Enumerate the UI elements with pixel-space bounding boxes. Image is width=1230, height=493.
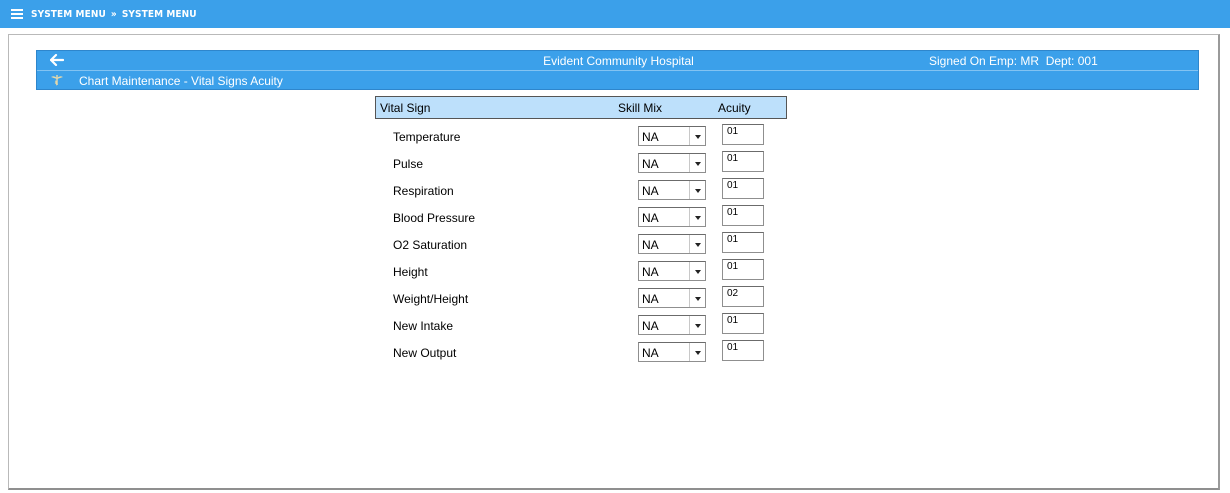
chevron-down-icon (695, 324, 701, 328)
hamburger-menu-icon[interactable] (11, 9, 23, 19)
skill-mix-select[interactable]: NA (638, 288, 706, 308)
skill-mix-select[interactable]: NA (638, 153, 706, 173)
skill-mix-value: NA (642, 292, 659, 306)
breadcrumb: SYSTEM MENU » SYSTEM MENU (31, 9, 197, 20)
page-header: Evident Community Hospital Signed On Emp… (36, 50, 1199, 90)
signed-on-info: Signed On Emp: MR Dept: 001 (929, 54, 1098, 68)
skill-mix-select[interactable]: NA (638, 342, 706, 362)
column-header-acuity: Acuity (718, 101, 751, 115)
acuity-input[interactable]: 01 (722, 178, 764, 199)
acuity-input[interactable]: 01 (722, 232, 764, 253)
acuity-input[interactable]: 01 (722, 313, 764, 334)
vital-sign-label: New Output (393, 346, 457, 360)
table-row: Weight/Height NA 02 (375, 285, 787, 312)
caduceus-icon (51, 75, 63, 86)
vital-sign-label: Pulse (393, 157, 424, 171)
dropdown-toggle[interactable] (689, 235, 705, 253)
dropdown-toggle[interactable] (689, 262, 705, 280)
acuity-input[interactable]: 01 (722, 340, 764, 361)
vital-sign-label: O2 Saturation (393, 238, 468, 252)
table-row: Height NA 01 (375, 258, 787, 285)
skill-mix-select[interactable]: NA (638, 180, 706, 200)
table-row: Temperature NA 01 (375, 123, 787, 150)
vital-sign-label: Blood Pressure (393, 211, 476, 225)
breadcrumb-separator: » (110, 8, 117, 20)
skill-mix-select[interactable]: NA (638, 207, 706, 227)
dropdown-toggle[interactable] (689, 208, 705, 226)
acuity-input[interactable]: 01 (722, 205, 764, 226)
breadcrumb-item-system-menu[interactable]: SYSTEM MENU (31, 9, 106, 20)
header-row-title: Chart Maintenance - Vital Signs Acuity (37, 70, 1198, 91)
skill-mix-select[interactable]: NA (638, 315, 706, 335)
acuity-input[interactable]: 01 (722, 259, 764, 280)
chevron-down-icon (695, 270, 701, 274)
breadcrumb-item-current[interactable]: SYSTEM MENU (122, 9, 197, 20)
header-row-hospital: Evident Community Hospital Signed On Emp… (37, 51, 1198, 70)
top-nav-bar: SYSTEM MENU » SYSTEM MENU (0, 0, 1230, 28)
table-row: New Output NA 01 (375, 339, 787, 366)
vital-sign-label: Temperature (393, 130, 461, 144)
skill-mix-select[interactable]: NA (638, 234, 706, 254)
skill-mix-select[interactable]: NA (638, 126, 706, 146)
dropdown-toggle[interactable] (689, 154, 705, 172)
chevron-down-icon (695, 216, 701, 220)
chevron-down-icon (695, 189, 701, 193)
dropdown-toggle[interactable] (689, 316, 705, 334)
acuity-input[interactable]: 02 (722, 286, 764, 307)
chevron-down-icon (695, 162, 701, 166)
dropdown-toggle[interactable] (689, 127, 705, 145)
skill-mix-value: NA (642, 319, 659, 333)
table-row: Blood Pressure NA 01 (375, 204, 787, 231)
table-row: Respiration NA 01 (375, 177, 787, 204)
column-header-vital-sign: Vital Sign (380, 101, 431, 115)
skill-mix-value: NA (642, 238, 659, 252)
vital-sign-label: Weight/Height (393, 292, 469, 306)
skill-mix-value: NA (642, 265, 659, 279)
vital-sign-label: Height (393, 265, 428, 279)
chevron-down-icon (695, 135, 701, 139)
table-row: New Intake NA 01 (375, 312, 787, 339)
table-row: O2 Saturation NA 01 (375, 231, 787, 258)
skill-mix-value: NA (642, 184, 659, 198)
skill-mix-value: NA (642, 157, 659, 171)
acuity-input[interactable]: 01 (722, 151, 764, 172)
dropdown-toggle[interactable] (689, 181, 705, 199)
chevron-down-icon (695, 351, 701, 355)
chevron-down-icon (695, 297, 701, 301)
skill-mix-select[interactable]: NA (638, 261, 706, 281)
column-header-skill-mix: Skill Mix (618, 101, 662, 115)
skill-mix-value: NA (642, 211, 659, 225)
table-row: Pulse NA 01 (375, 150, 787, 177)
chevron-down-icon (695, 243, 701, 247)
skill-mix-value: NA (642, 346, 659, 360)
dropdown-toggle[interactable] (689, 289, 705, 307)
vital-sign-label: Respiration (393, 184, 454, 198)
skill-mix-value: NA (642, 130, 659, 144)
vital-sign-label: New Intake (393, 319, 454, 333)
acuity-input[interactable]: 01 (722, 124, 764, 145)
dropdown-toggle[interactable] (689, 343, 705, 361)
table-header: Vital Sign Skill Mix Acuity (375, 96, 787, 119)
page-title: Chart Maintenance - Vital Signs Acuity (79, 74, 283, 88)
